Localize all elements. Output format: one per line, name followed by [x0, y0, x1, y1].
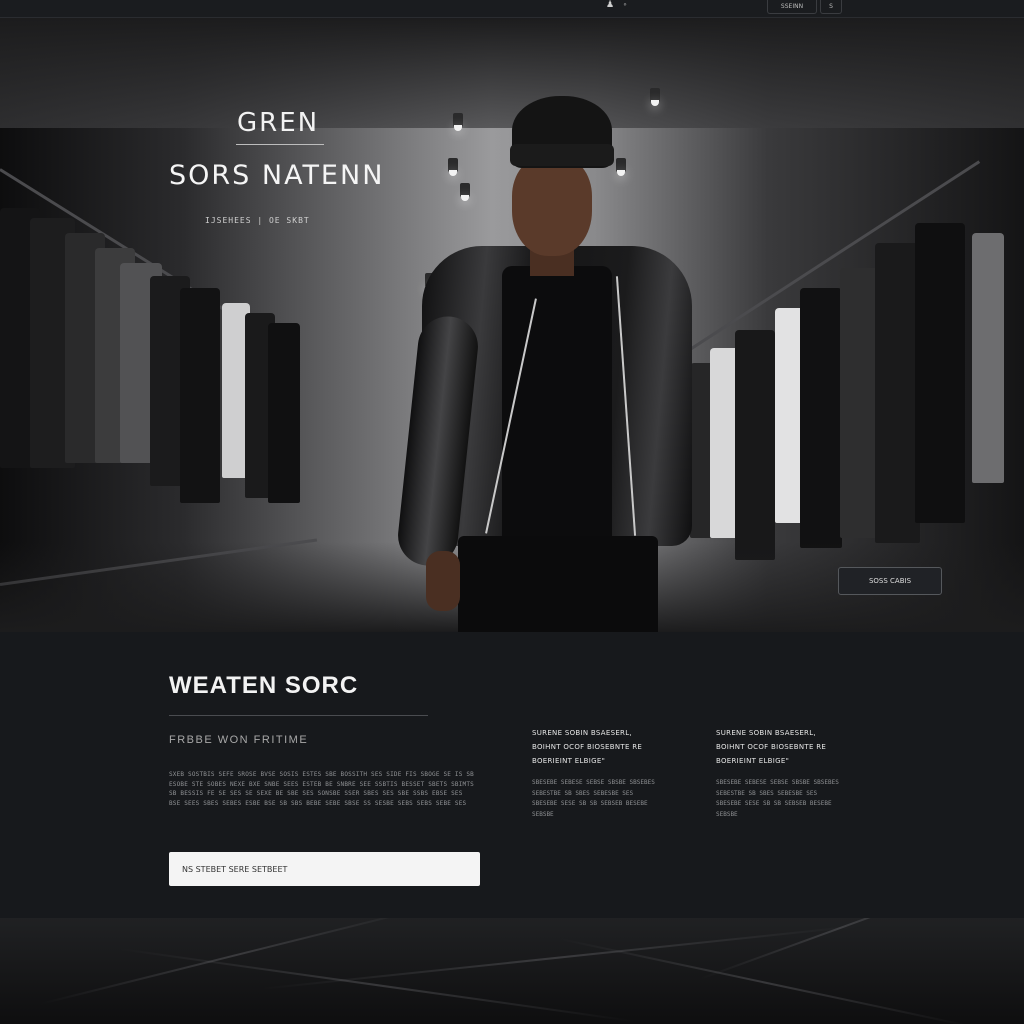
section-subtitle: FRBBE WON FRITIME: [169, 734, 309, 746]
hero-title: GREN: [237, 108, 320, 138]
feature-heading: SURENE SOBIN BSAESERL, BOIHNT OCOF BIOSE…: [716, 729, 827, 765]
feature-body: SBESEBE SEBESE SEBSE SBSBE SBSEBES SEBES…: [716, 779, 839, 818]
section-divider: [169, 715, 428, 716]
garment: [268, 323, 300, 503]
fabric-fold: [119, 948, 636, 1023]
content-section: WEATEN SORC FRBBE WON FRITIME SXEB SOSTB…: [0, 632, 1024, 918]
section-title: WEATEN SORC: [169, 672, 359, 699]
head: [512, 156, 592, 256]
garment: [735, 330, 775, 560]
beanie-band: [510, 144, 614, 166]
hand: [426, 551, 460, 611]
top-navigation-bar: ♟ ◦ SSEINN S: [0, 0, 1024, 18]
feature-heading: SURENE SOBIN BSAESERL, BOIHNT OCOF BIOSE…: [532, 729, 643, 765]
feature-column: SURENE SOBIN BSAESERL, BOIHNT OCOF BIOSE…: [716, 726, 846, 820]
top-menu-button[interactable]: SSEINN: [767, 0, 817, 14]
circle-icon[interactable]: ◦: [620, 0, 630, 10]
garment: [180, 288, 220, 503]
garment: [800, 288, 842, 548]
garment: [840, 268, 880, 538]
section-paragraph: SXEB SOSTBIS SEFE SROSE BVSE SOSIS ESTES…: [169, 771, 474, 807]
hero-headline: SORS NATENN: [169, 160, 385, 191]
person-icon[interactable]: ♟: [605, 0, 615, 10]
garment: [972, 233, 1004, 483]
fabric-fold: [39, 918, 429, 1005]
hero-banner: GREN SORS NATENN IJSEHEES | OE SKBT SOSS…: [0, 18, 1024, 632]
hero-subtitle: IJSEHEES | OE SKBT: [205, 216, 310, 225]
fabric-fold: [559, 938, 972, 1024]
garment: [875, 243, 920, 543]
model-figure: [395, 96, 700, 632]
fabric-fold: [259, 925, 857, 990]
garment: [915, 223, 965, 523]
fabric-fold: [699, 918, 983, 980]
email-input[interactable]: [169, 852, 480, 886]
feature-body: SBESEBE SEBESE SEBSE SBSBE SBSEBES SEBES…: [532, 779, 655, 818]
top-small-button[interactable]: S: [820, 0, 842, 14]
hero-divider: [236, 144, 324, 145]
feature-column: SURENE SOBIN BSAESERL, BOIHNT OCOF BIOSE…: [532, 726, 662, 820]
black-tshirt: [502, 266, 612, 546]
hero-cta-button[interactable]: SOSS CABIS: [838, 567, 942, 595]
fabric-footer-image: [0, 918, 1024, 1024]
black-pants: [458, 536, 658, 632]
